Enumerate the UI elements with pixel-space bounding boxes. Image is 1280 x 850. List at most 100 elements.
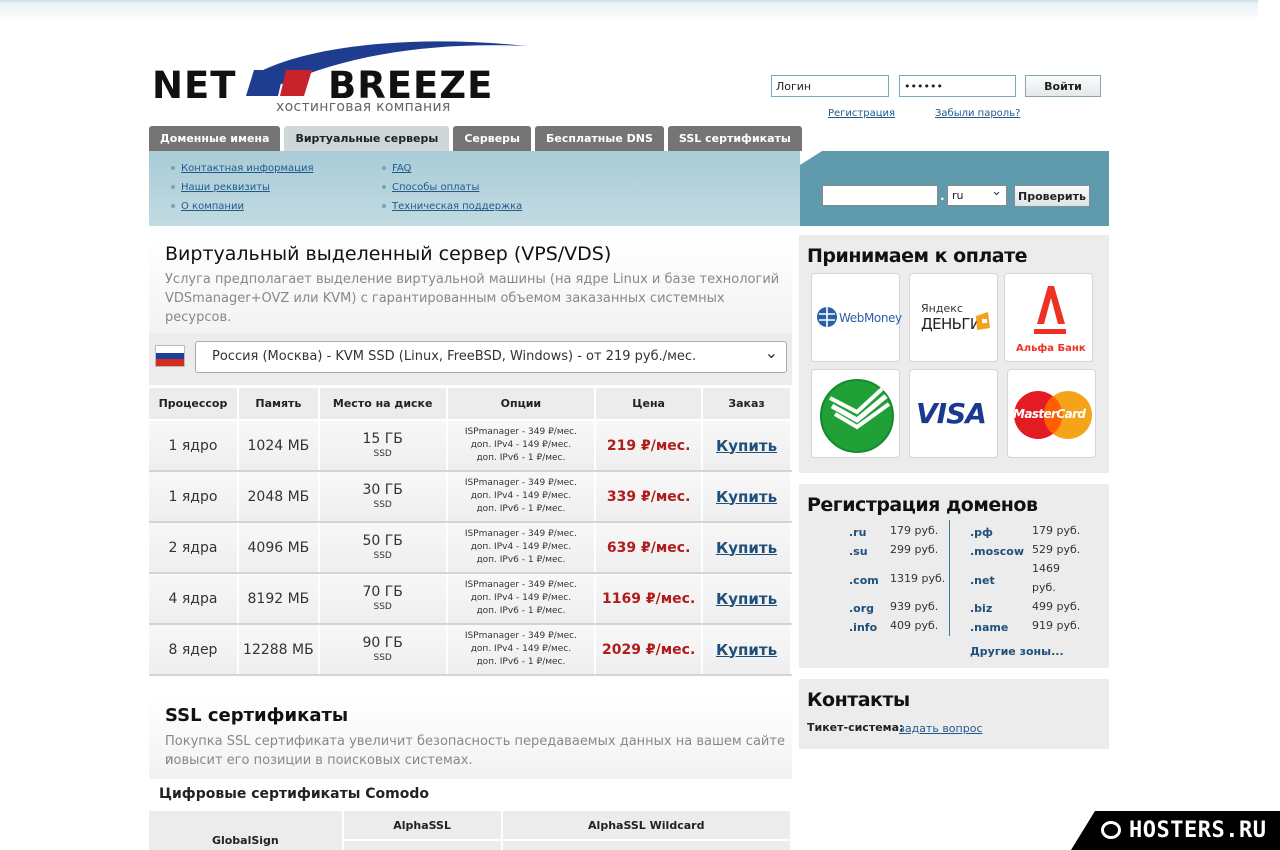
zone-su[interactable]: .su: [849, 545, 868, 558]
yandex-bottom-label: ДЕНЬГИ: [921, 315, 981, 333]
zone-net[interactable]: .net: [970, 574, 995, 587]
zone-ru[interactable]: .ru: [849, 526, 866, 539]
nav-about[interactable]: О компании: [169, 197, 313, 216]
cell-ram: 2048 МБ: [237, 471, 320, 523]
ssl-section-header: SSL сертификаты Покупка SSL сертификата …: [149, 697, 792, 779]
nav-payment-methods[interactable]: Способы оплаты: [380, 178, 522, 197]
disk-size: 90 ГБ: [362, 634, 403, 651]
price-name: 919 руб.: [1032, 619, 1081, 632]
price-info: 409 руб.: [890, 619, 939, 632]
disk-size: 50 ГБ: [362, 532, 403, 549]
sub-navigation: Контактная информация Наши реквизиты О к…: [149, 151, 800, 226]
buy-link[interactable]: Купить: [702, 471, 792, 523]
zone-rf[interactable]: .рф: [970, 526, 993, 539]
vps-section-header: Виртуальный выделенный сервер (VPS/VDS) …: [149, 235, 792, 333]
cell-ram: 12288 МБ: [237, 624, 320, 676]
option-ipv6: доп. IPv6 - 1 ₽/мес.: [476, 453, 566, 463]
zone-info[interactable]: .info: [849, 621, 877, 634]
option-ipv4: доп. IPv4 - 149 ₽/мес.: [470, 440, 572, 450]
buy-link[interactable]: Купить: [702, 420, 792, 472]
table-header-row: Процессор Память Место на диске Опции Це…: [149, 388, 792, 421]
visa-label: VISA: [916, 397, 987, 430]
price-rf: 179 руб.: [1032, 524, 1081, 537]
sberbank-tile[interactable]: [811, 369, 900, 458]
cell-cpu: 2 ядра: [149, 522, 239, 574]
yandex-wallet-icon: [976, 312, 990, 330]
visa-tile[interactable]: VISA: [909, 369, 998, 458]
cell-disk: 15 ГБ SSD: [318, 420, 448, 472]
tab-domain-names[interactable]: Доменные имена: [149, 126, 281, 151]
tab-ssl-certificates[interactable]: SSL сертификаты: [667, 126, 802, 151]
ticket-link[interactable]: задать вопрос: [899, 722, 983, 735]
option-ipv4: доп. IPv4 - 149 ₽/мес.: [470, 593, 572, 603]
mastercard-tile[interactable]: MasterCard: [1007, 369, 1096, 458]
option-ipv4: доп. IPv4 - 149 ₽/мес.: [470, 491, 572, 501]
buy-link[interactable]: Купить: [702, 624, 792, 676]
price-com: 1319 руб.: [890, 572, 946, 585]
option-isp: ISPmanager - 349 ₽/мес.: [464, 631, 577, 641]
ssl-cell: [501, 840, 792, 850]
russia-flag-icon: [155, 345, 185, 367]
logo-word-net: NET: [152, 64, 237, 107]
domain-search-input[interactable]: [822, 185, 938, 206]
zone-biz[interactable]: .biz: [970, 602, 992, 615]
nav-requisites[interactable]: Наши реквизиты: [169, 178, 313, 197]
plan-select[interactable]: Россия (Москва) - KVM SSD (Linux, FreeBS…: [195, 338, 787, 373]
zone-org[interactable]: .org: [849, 602, 874, 615]
login-input[interactable]: [771, 75, 889, 97]
ssl-col-wildcard: AlphaSSL Wildcard: [501, 811, 792, 841]
yandex-top-label: Яндекс: [921, 302, 963, 315]
logo-tagline: хостинговая компания: [276, 99, 451, 115]
nav-contact-info[interactable]: Контактная информация: [169, 159, 313, 178]
forgot-password-link[interactable]: Забыли пароль?: [935, 108, 1020, 119]
domains-title: Регистрация доменов: [807, 494, 1038, 516]
password-input[interactable]: [899, 75, 1016, 97]
ssl-cell: [342, 840, 503, 850]
option-ipv4: доп. IPv4 - 149 ₽/мес.: [470, 644, 572, 654]
cell-cpu: 8 ядер: [149, 624, 239, 676]
nav-faq[interactable]: FAQ: [380, 159, 522, 178]
tab-free-dns[interactable]: Бесплатные DNS: [534, 126, 664, 151]
zone-com[interactable]: .com: [849, 574, 879, 587]
cell-ram: 8192 МБ: [237, 573, 320, 625]
domain-check-button[interactable]: Проверить: [1014, 185, 1090, 207]
price-biz: 499 руб.: [1032, 600, 1081, 613]
tab-virtual-servers[interactable]: Виртуальные серверы: [284, 126, 450, 151]
yandex-money-tile[interactable]: Яндекс ДЕНЬГИ: [909, 273, 998, 362]
register-link[interactable]: Регистрация: [828, 108, 895, 119]
col-cpu: Процессор: [149, 388, 239, 421]
site-logo[interactable]: NET BREEZE хостинговая компания: [152, 36, 532, 118]
cell-price: 219 ₽/мес.: [595, 420, 704, 472]
option-ipv6: доп. IPv6 - 1 ₽/мес.: [476, 606, 566, 616]
option-isp: ISPmanager - 349 ₽/мес.: [464, 427, 577, 437]
zone-moscow[interactable]: .moscow: [970, 545, 1024, 558]
cell-options: ISPmanager - 349 ₽/мес. доп. IPv4 - 149 ₽…: [446, 624, 597, 676]
cell-disk: 70 ГБ SSD: [318, 573, 448, 625]
webmoney-tile[interactable]: WebMoney: [811, 273, 902, 362]
cell-ram: 4096 МБ: [237, 522, 320, 574]
buy-link[interactable]: Купить: [702, 522, 792, 574]
other-zones-link[interactable]: Другие зоны...: [970, 645, 1064, 658]
payment-title: Принимаем к оплате: [807, 245, 1027, 267]
option-ipv6: доп. IPv6 - 1 ₽/мес.: [476, 504, 566, 514]
webmoney-globe-icon: [817, 307, 837, 327]
zone-name[interactable]: .name: [970, 621, 1008, 634]
plan-select-strip: Россия (Москва) - KVM SSD (Linux, FreeBS…: [149, 333, 792, 385]
login-button[interactable]: Войти: [1025, 75, 1101, 97]
tab-servers[interactable]: Серверы: [453, 126, 531, 151]
price-net-line1: 1469: [1032, 562, 1060, 575]
domain-zone-select[interactable]: ru: [947, 182, 1007, 206]
comodo-title: Цифровые сертификаты Comodo: [159, 786, 429, 802]
option-isp: ISPmanager - 349 ₽/мес.: [464, 529, 577, 539]
cell-options: ISPmanager - 349 ₽/мес. доп. IPv4 - 149 ₽…: [446, 573, 597, 625]
cell-cpu: 1 ядро: [149, 471, 239, 523]
alfa-bank-tile[interactable]: Альфа Банк: [1004, 273, 1093, 362]
buy-link[interactable]: Купить: [702, 573, 792, 625]
nav-support[interactable]: Техническая поддержка: [380, 197, 522, 216]
domain-registration-panel: Регистрация доменов .ru 179 руб. .su 299…: [799, 484, 1109, 668]
vps-description-line1: Услуга предполагает выделение виртуально…: [165, 272, 780, 287]
disk-type: SSD: [373, 550, 392, 561]
col-price: Цена: [595, 388, 704, 421]
price-ru: 179 руб.: [890, 524, 939, 537]
disk-type: SSD: [373, 652, 392, 663]
